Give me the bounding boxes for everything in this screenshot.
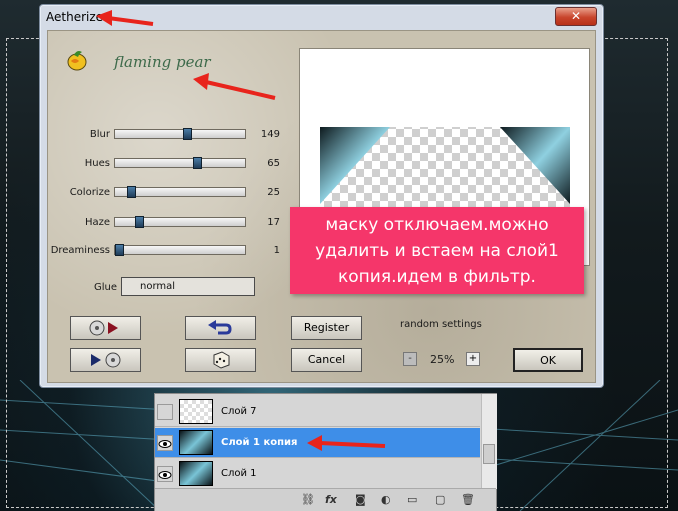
eye-icon: [158, 440, 172, 448]
add-mask-icon[interactable]: ◙: [355, 493, 366, 506]
slider-track[interactable]: [114, 216, 246, 228]
preset-play-button[interactable]: [70, 316, 141, 340]
layer-thumbnail: [179, 399, 213, 424]
link-layers-icon[interactable]: ⛓: [301, 493, 315, 506]
slider-thumb[interactable]: [115, 244, 124, 256]
undo-arrow-icon: [208, 320, 232, 335]
layer-name: Слой 7: [221, 406, 257, 417]
slider-thumb[interactable]: [134, 216, 144, 228]
zoom-out-button[interactable]: -: [403, 352, 417, 366]
slider-value: 1: [273, 245, 280, 256]
layer-row[interactable]: Слой 7: [155, 397, 480, 427]
slider-label: Dreaminess: [50, 245, 110, 256]
slider-track[interactable]: [114, 244, 246, 256]
adjustment-layer-icon[interactable]: ◐: [381, 493, 391, 506]
slider-thumb[interactable]: [183, 128, 193, 140]
slider-value: 25: [267, 187, 280, 198]
cancel-button[interactable]: Cancel: [291, 348, 362, 372]
slider-value: 17: [267, 217, 280, 228]
flaming-pear-logo-icon: [67, 51, 87, 71]
preset-load-button[interactable]: [70, 348, 141, 372]
disc-play-icon: [89, 320, 118, 336]
slider-value: 65: [267, 158, 280, 169]
layer-visibility-toggle[interactable]: [157, 404, 173, 420]
layer-row[interactable]: Слой 1: [155, 459, 480, 489]
layers-scrollbar[interactable]: [481, 394, 497, 489]
layer-visibility-toggle[interactable]: [157, 435, 173, 451]
new-layer-icon[interactable]: ▢: [435, 493, 445, 506]
register-button[interactable]: Register: [291, 316, 362, 340]
dialog-title: Aetherize: [46, 10, 104, 24]
slider-value: 149: [260, 129, 280, 140]
layer-name: Слой 1 копия: [221, 437, 298, 448]
slider-track[interactable]: [114, 157, 246, 169]
slider-thumb[interactable]: [127, 186, 137, 198]
layers-panel: Слой 7 Слой 1 копия Слой 1 ⛓ fx ◙ ◐ ▭ ▢ 🗑: [154, 393, 497, 511]
layer-thumbnail: [179, 461, 213, 486]
layer-style-icon[interactable]: fx: [325, 493, 337, 506]
randomize-button[interactable]: [185, 348, 256, 372]
play-disc-icon: [91, 352, 121, 368]
ok-button[interactable]: OK: [513, 348, 583, 372]
aetherize-dialog: Aetherize ✕ flaming pear Blur 149 Hues 65 Co…: [39, 4, 604, 388]
slider-label: Blur: [89, 129, 110, 140]
layer-name: Слой 1: [221, 468, 257, 479]
glue-select[interactable]: normal: [121, 277, 255, 296]
layer-row[interactable]: Слой 1 копия: [155, 428, 480, 458]
undo-button[interactable]: [185, 316, 256, 340]
layer-visibility-toggle[interactable]: [157, 466, 173, 482]
delete-layer-icon[interactable]: 🗑: [461, 493, 475, 506]
brand-name: flaming pear: [114, 53, 211, 71]
annotation-note: маску отключаем.можно удалить и встаем н…: [290, 207, 584, 294]
title-bar[interactable]: Aetherize ✕: [40, 5, 603, 29]
slider-label: Haze: [84, 217, 110, 228]
slider-track[interactable]: [114, 186, 246, 198]
new-group-icon[interactable]: ▭: [407, 493, 417, 506]
dice-icon: [213, 351, 230, 369]
random-settings-label: random settings: [400, 319, 482, 330]
close-button[interactable]: ✕: [555, 7, 597, 26]
eye-icon: [158, 471, 172, 479]
glue-label: Glue: [94, 282, 118, 293]
layer-thumbnail: [179, 430, 213, 455]
slider-track[interactable]: [114, 128, 246, 140]
layers-footer: ⛓ fx ◙ ◐ ▭ ▢ 🗑: [155, 488, 496, 511]
zoom-in-button[interactable]: +: [466, 352, 480, 366]
slider-label: Hues: [84, 158, 110, 169]
zoom-level: 25%: [430, 353, 455, 366]
scroll-thumb[interactable]: [483, 444, 495, 464]
slider-label: Colorize: [69, 187, 110, 198]
slider-thumb[interactable]: [193, 157, 203, 169]
